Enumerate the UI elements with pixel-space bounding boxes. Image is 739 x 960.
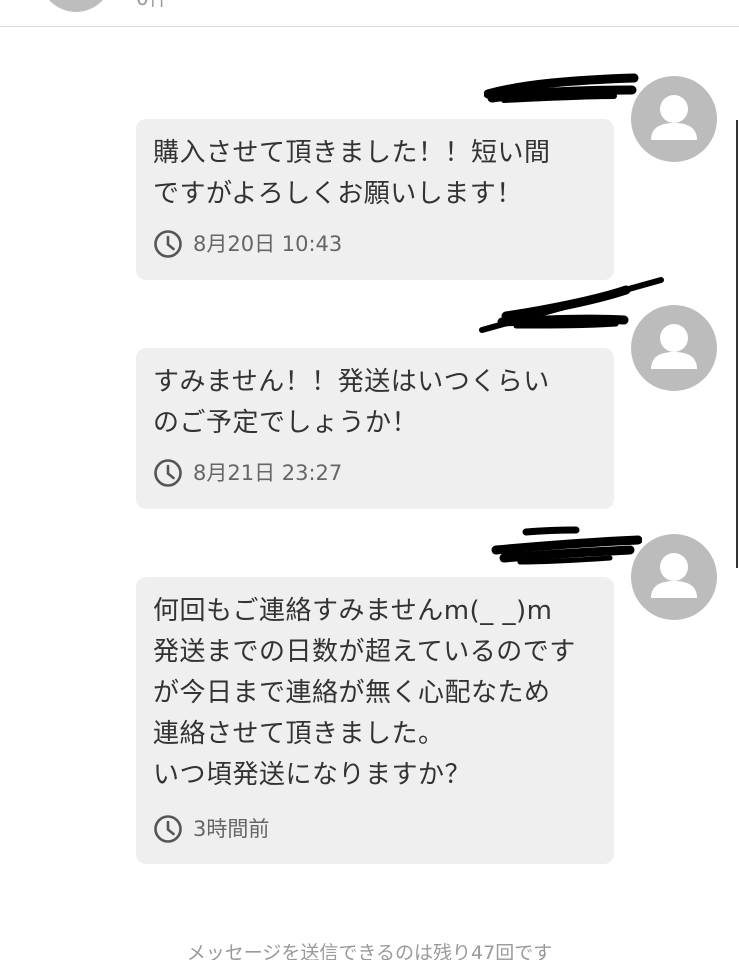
sender-avatar[interactable] <box>631 305 717 391</box>
message-text: 何回もご連絡すみませんm(_ _)m 発送までの日数が超えているのです が今日ま… <box>153 596 576 790</box>
default-user-avatar-icon <box>651 324 697 369</box>
remaining-messages-note: メッセージを送信できるのは残り47回です <box>186 942 553 960</box>
message-bubble: すみません！！発送はいつくらい のご予定でしょうか！ 8月21日 23:27 <box>136 348 614 509</box>
clock-icon <box>154 815 182 843</box>
message-timestamp: 8月21日 23:27 <box>153 458 598 488</box>
timestamp-label: 3時間前 <box>193 817 270 841</box>
scrollbar[interactable] <box>736 120 738 568</box>
default-user-avatar-icon <box>651 95 697 140</box>
message-bubble: 購入させて頂きました！！短い間 ですがよろしくお願いします！ 8月20日 10:… <box>136 119 614 280</box>
message-timestamp: 3時間前 <box>153 814 598 844</box>
message-timestamp: 8月20日 10:43 <box>153 229 598 259</box>
message-text: すみません！！発送はいつくらい のご予定でしょうか！ <box>153 367 550 438</box>
message-screen: 0件 購入させて頂きました！！短い間 ですがよろしくお願いします！ 8月20日 … <box>0 0 739 960</box>
sender-avatar[interactable] <box>631 76 717 162</box>
default-user-avatar-icon <box>651 553 697 598</box>
rating-count: 0件 <box>136 0 169 10</box>
message-text: 購入させて頂きました！！短い間 ですがよろしくお願いします！ <box>153 138 551 209</box>
timestamp-label: 8月21日 23:27 <box>193 461 343 485</box>
clock-icon <box>154 230 182 258</box>
message-bubble: 何回もご連絡すみませんm(_ _)m 発送までの日数が超えているのです が今日ま… <box>136 577 614 864</box>
name-redaction <box>491 526 642 565</box>
sender-avatar[interactable] <box>631 534 717 620</box>
timestamp-label: 8月20日 10:43 <box>193 232 343 256</box>
header-divider <box>0 26 739 27</box>
clock-icon <box>154 459 182 487</box>
name-redaction <box>484 73 639 103</box>
partner-avatar[interactable] <box>40 0 112 12</box>
